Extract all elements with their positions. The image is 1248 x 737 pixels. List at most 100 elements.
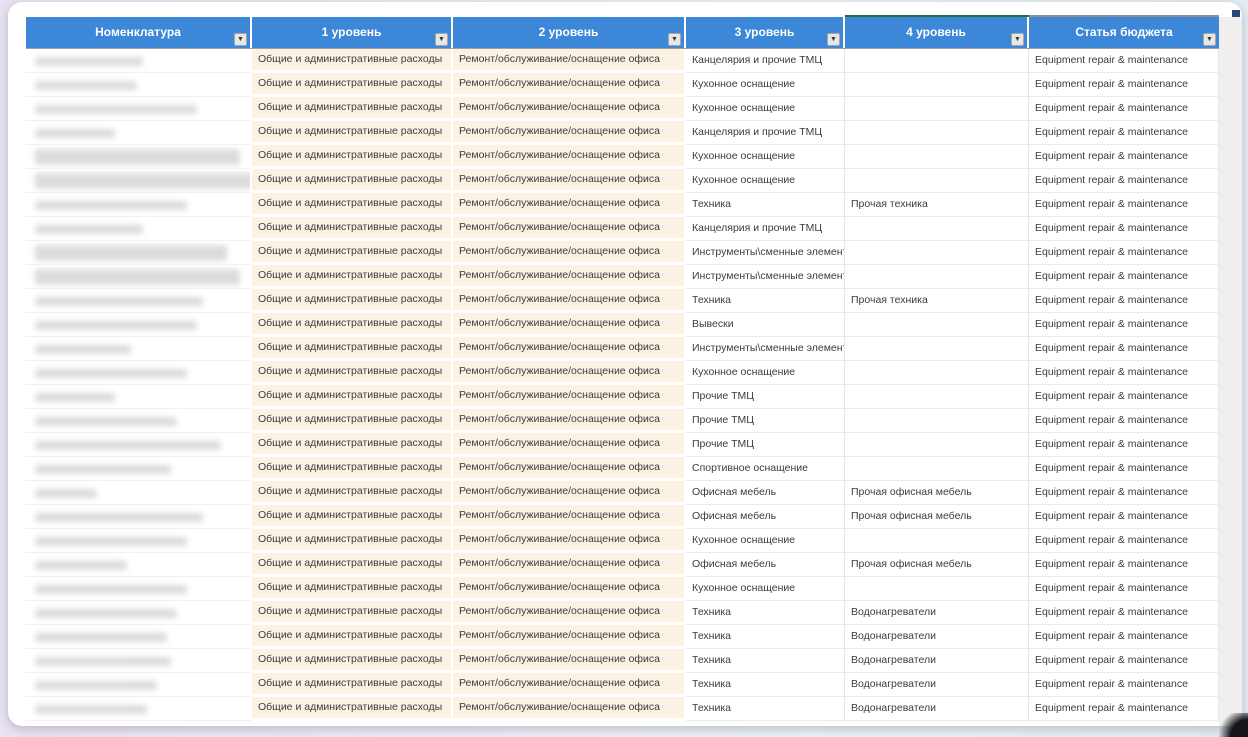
cell-level4[interactable]	[845, 433, 1029, 457]
cell-nomenclature[interactable]	[26, 289, 252, 313]
cell-nomenclature[interactable]	[26, 241, 252, 265]
cell-level4[interactable]	[845, 409, 1029, 433]
cell-level3[interactable]: Кухонное оснащение	[686, 529, 845, 553]
cell-level3[interactable]: Прочие ТМЦ	[686, 409, 845, 433]
cell-level2[interactable]: Ремонт/обслуживание/оснащение офиса	[453, 361, 686, 385]
filter-dropdown-button-level1[interactable]: ▼	[435, 33, 448, 46]
cell-level1[interactable]: Общие и административные расходы	[252, 697, 453, 721]
cell-level1[interactable]: Общие и административные расходы	[252, 337, 453, 361]
cell-level3[interactable]: Техника	[686, 673, 845, 697]
cell-level4[interactable]	[845, 313, 1029, 337]
cell-nomenclature[interactable]	[26, 145, 252, 169]
cell-level4[interactable]	[845, 577, 1029, 601]
cell-budget[interactable]: Equipment repair & maintenance	[1029, 697, 1219, 721]
cell-level3[interactable]: Кухонное оснащение	[686, 73, 845, 97]
cell-level1[interactable]: Общие и административные расходы	[252, 361, 453, 385]
cell-level4[interactable]	[845, 457, 1029, 481]
cell-level4[interactable]: Водонагреватели	[845, 601, 1029, 625]
cell-level2[interactable]: Ремонт/обслуживание/оснащение офиса	[453, 673, 686, 697]
cell-level1[interactable]: Общие и административные расходы	[252, 601, 453, 625]
cell-level4[interactable]: Прочая офисная мебель	[845, 505, 1029, 529]
cell-budget[interactable]: Equipment repair & maintenance	[1029, 289, 1219, 313]
cell-level3[interactable]: Канцелярия и прочие ТМЦ	[686, 217, 845, 241]
cell-level3[interactable]: Кухонное оснащение	[686, 361, 845, 385]
cell-nomenclature[interactable]	[26, 457, 252, 481]
cell-level1[interactable]: Общие и административные расходы	[252, 313, 453, 337]
filter-dropdown-button-level4[interactable]: ▼	[1011, 33, 1024, 46]
cell-level1[interactable]: Общие и административные расходы	[252, 577, 453, 601]
cell-level2[interactable]: Ремонт/обслуживание/оснащение офиса	[453, 577, 686, 601]
cell-level3[interactable]: Кухонное оснащение	[686, 145, 845, 169]
cell-level3[interactable]: Прочие ТМЦ	[686, 385, 845, 409]
filter-dropdown-button-level3[interactable]: ▼	[827, 33, 840, 46]
cell-nomenclature[interactable]	[26, 409, 252, 433]
cell-budget[interactable]: Equipment repair & maintenance	[1029, 169, 1219, 193]
cell-level1[interactable]: Общие и административные расходы	[252, 625, 453, 649]
cell-nomenclature[interactable]	[26, 529, 252, 553]
cell-level4[interactable]: Водонагреватели	[845, 673, 1029, 697]
cell-level4[interactable]	[845, 97, 1029, 121]
cell-nomenclature[interactable]	[26, 601, 252, 625]
cell-level4[interactable]	[845, 385, 1029, 409]
cell-level3[interactable]: Техника	[686, 649, 845, 673]
cell-nomenclature[interactable]	[26, 505, 252, 529]
cell-level4[interactable]	[845, 49, 1029, 73]
cell-level4[interactable]	[845, 217, 1029, 241]
cell-level1[interactable]: Общие и административные расходы	[252, 505, 453, 529]
cell-budget[interactable]: Equipment repair & maintenance	[1029, 121, 1219, 145]
cell-level1[interactable]: Общие и административные расходы	[252, 97, 453, 121]
cell-level2[interactable]: Ремонт/обслуживание/оснащение офиса	[453, 697, 686, 721]
cell-level4[interactable]	[845, 169, 1029, 193]
cell-level1[interactable]: Общие и административные расходы	[252, 433, 453, 457]
cell-budget[interactable]: Equipment repair & maintenance	[1029, 553, 1219, 577]
filter-dropdown-button-budget[interactable]: ▼	[1203, 33, 1216, 46]
cell-level4[interactable]	[845, 73, 1029, 97]
cell-level3[interactable]: Офисная мебель	[686, 553, 845, 577]
cell-level3[interactable]: Офисная мебель	[686, 505, 845, 529]
cell-level2[interactable]: Ремонт/обслуживание/оснащение офиса	[453, 265, 686, 289]
column-header-level4[interactable]: 4 уровень▼	[845, 17, 1029, 48]
cell-nomenclature[interactable]	[26, 577, 252, 601]
cell-nomenclature[interactable]	[26, 265, 252, 289]
cell-level2[interactable]: Ремонт/обслуживание/оснащение офиса	[453, 457, 686, 481]
cell-level2[interactable]: Ремонт/обслуживание/оснащение офиса	[453, 553, 686, 577]
cell-nomenclature[interactable]	[26, 481, 252, 505]
cell-level4[interactable]: Прочая офисная мебель	[845, 553, 1029, 577]
cell-level2[interactable]: Ремонт/обслуживание/оснащение офиса	[453, 409, 686, 433]
cell-level4[interactable]: Водонагреватели	[845, 649, 1029, 673]
cell-level4[interactable]	[845, 145, 1029, 169]
cell-level3[interactable]: Техника	[686, 193, 845, 217]
cell-budget[interactable]: Equipment repair & maintenance	[1029, 649, 1219, 673]
cell-budget[interactable]: Equipment repair & maintenance	[1029, 505, 1219, 529]
cell-level1[interactable]: Общие и административные расходы	[252, 193, 453, 217]
cell-level4[interactable]: Водонагреватели	[845, 697, 1029, 721]
cell-budget[interactable]: Equipment repair & maintenance	[1029, 97, 1219, 121]
cell-level2[interactable]: Ремонт/обслуживание/оснащение офиса	[453, 73, 686, 97]
cell-nomenclature[interactable]	[26, 193, 252, 217]
cell-level4[interactable]	[845, 265, 1029, 289]
cell-level4[interactable]	[845, 529, 1029, 553]
cell-budget[interactable]: Equipment repair & maintenance	[1029, 433, 1219, 457]
cell-level4[interactable]: Прочая офисная мебель	[845, 481, 1029, 505]
cell-level4[interactable]	[845, 337, 1029, 361]
filter-dropdown-button-nomenclature[interactable]: ▼	[234, 33, 247, 46]
cell-nomenclature[interactable]	[26, 649, 252, 673]
cell-level4[interactable]	[845, 241, 1029, 265]
cell-level1[interactable]: Общие и административные расходы	[252, 241, 453, 265]
cell-level2[interactable]: Ремонт/обслуживание/оснащение офиса	[453, 121, 686, 145]
cell-level3[interactable]: Техника	[686, 289, 845, 313]
cell-budget[interactable]: Equipment repair & maintenance	[1029, 217, 1219, 241]
cell-level1[interactable]: Общие и административные расходы	[252, 457, 453, 481]
cell-level3[interactable]: Кухонное оснащение	[686, 169, 845, 193]
cell-level1[interactable]: Общие и административные расходы	[252, 265, 453, 289]
cell-level4[interactable]	[845, 121, 1029, 145]
cell-nomenclature[interactable]	[26, 697, 252, 721]
cell-level1[interactable]: Общие и административные расходы	[252, 409, 453, 433]
cell-level1[interactable]: Общие и административные расходы	[252, 145, 453, 169]
cell-nomenclature[interactable]	[26, 169, 252, 193]
cell-level3[interactable]: Канцелярия и прочие ТМЦ	[686, 49, 845, 73]
cell-nomenclature[interactable]	[26, 433, 252, 457]
cell-level1[interactable]: Общие и административные расходы	[252, 121, 453, 145]
column-header-nomenclature[interactable]: Номенклатура▼	[26, 17, 252, 48]
cell-nomenclature[interactable]	[26, 73, 252, 97]
